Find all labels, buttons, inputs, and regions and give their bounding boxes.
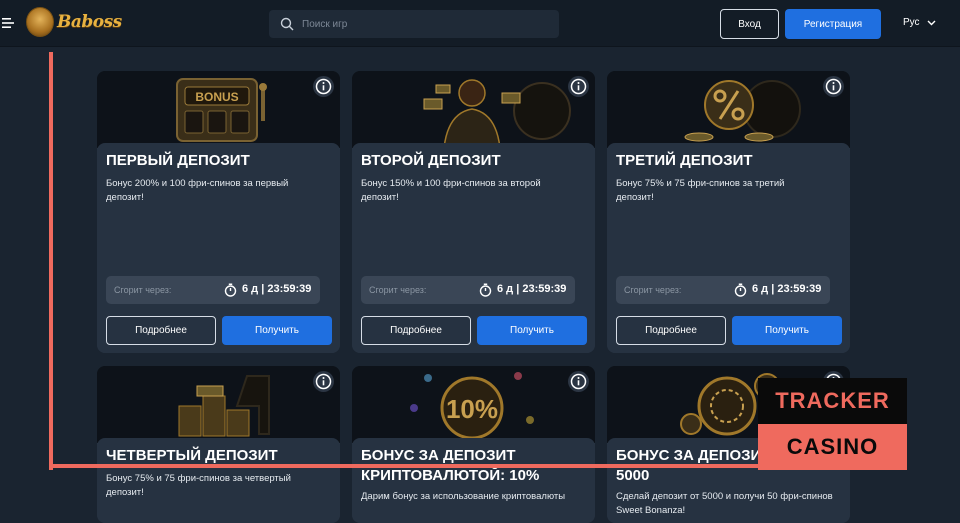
card-image-ten-percent: 10% xyxy=(352,366,595,443)
language-label: Рус xyxy=(903,17,920,28)
card-image-percent-coins xyxy=(607,71,850,148)
card-image-coin-stacks xyxy=(97,366,340,443)
info-icon[interactable] xyxy=(313,371,334,392)
details-button[interactable]: Подробнее xyxy=(361,316,471,345)
chevron-down-icon xyxy=(927,20,936,25)
card-description: Сделай депозит от 5000 и получи 50 фри-с… xyxy=(616,491,833,516)
stopwatch-icon xyxy=(479,283,492,297)
annotation-line-vertical xyxy=(49,52,53,470)
menu-icon[interactable] xyxy=(2,16,16,30)
card-title: ВТОРОЙ ДЕПОЗИТ xyxy=(361,152,501,169)
info-icon[interactable] xyxy=(313,76,334,97)
watermark-casino: CASINO xyxy=(758,424,907,470)
logo-mascot-icon xyxy=(26,7,54,37)
card-description: Бонус 75% и 75 фри-спинов за третий депо… xyxy=(616,178,785,203)
info-icon[interactable] xyxy=(568,76,589,97)
search-bar[interactable] xyxy=(269,10,559,38)
bonus-card-crypto-deposit: 10% БОНУС ЗА ДЕПОЗИТ КРИПТОВАЛЮТОЙ: 10% … xyxy=(352,366,595,523)
top-header: Baboss Вход Регистрация Рус xyxy=(0,0,960,47)
expiry-timer: Сгорит через: 6 д | 23:59:39 xyxy=(106,276,320,304)
card-description: Бонус 75% и 75 фри-спинов за четвертый д… xyxy=(106,473,291,498)
card-description: Бонус 200% и 100 фри-спинов за первый де… xyxy=(106,178,289,203)
card-title: ЧЕТВЕРТЫЙ ДЕПОЗИТ xyxy=(106,447,278,464)
language-selector[interactable]: Рус xyxy=(903,17,936,28)
bonus-card-first-deposit: BONUS ПЕРВЫЙ ДЕПОЗИТ Бонус 200% и 100 фр… xyxy=(97,71,340,353)
timer-label: Сгорит через: xyxy=(369,285,427,295)
timer-label: Сгорит через: xyxy=(114,285,172,295)
login-button[interactable]: Вход xyxy=(720,9,779,39)
card-image-businessman xyxy=(352,71,595,149)
stopwatch-icon xyxy=(224,283,237,297)
search-icon xyxy=(280,17,294,31)
card-image-label: BONUS xyxy=(195,90,238,104)
register-button[interactable]: Регистрация xyxy=(785,9,881,39)
info-icon[interactable] xyxy=(568,371,589,392)
expiry-timer: Сгорит через: 6 д | 23:59:39 xyxy=(616,276,830,304)
details-button[interactable]: Подробнее xyxy=(106,316,216,345)
card-description: Дарим бонус за использование криптовалют… xyxy=(361,491,566,502)
details-button[interactable]: Подробнее xyxy=(616,316,726,345)
logo[interactable]: Baboss xyxy=(26,7,122,37)
claim-button[interactable]: Получить xyxy=(222,316,332,345)
bonus-card-third-deposit: ТРЕТИЙ ДЕПОЗИТ Бонус 75% и 75 фри-спинов… xyxy=(607,71,850,353)
timer-value: 6 д | 23:59:39 xyxy=(752,283,822,295)
watermark-tracker: TRACKER xyxy=(758,378,907,424)
expiry-timer: Сгорит через: 6 д | 23:59:39 xyxy=(361,276,575,304)
search-input[interactable] xyxy=(302,18,542,30)
info-icon[interactable] xyxy=(823,76,844,97)
timer-label: Сгорит через: xyxy=(624,285,682,295)
card-description: Бонус 150% и 100 фри-спинов за второй де… xyxy=(361,178,541,203)
bonus-card-fourth-deposit: ЧЕТВЕРТЫЙ ДЕПОЗИТ Бонус 75% и 75 фри-спи… xyxy=(97,366,340,523)
annotation-line-horizontal xyxy=(49,464,760,468)
timer-value: 6 д | 23:59:39 xyxy=(242,283,312,295)
card-image-slot-machine: BONUS xyxy=(97,71,340,148)
claim-button[interactable]: Получить xyxy=(732,316,842,345)
claim-button[interactable]: Получить xyxy=(477,316,587,345)
bonus-card-second-deposit: ВТОРОЙ ДЕПОЗИТ Бонус 150% и 100 фри-спин… xyxy=(352,71,595,353)
stopwatch-icon xyxy=(734,283,747,297)
card-title: ТРЕТИЙ ДЕПОЗИТ xyxy=(616,152,753,169)
timer-value: 6 д | 23:59:39 xyxy=(497,283,567,295)
logo-text: Baboss xyxy=(57,12,122,32)
card-image-label: 10% xyxy=(446,394,498,424)
card-title: ПЕРВЫЙ ДЕПОЗИТ xyxy=(106,152,250,169)
